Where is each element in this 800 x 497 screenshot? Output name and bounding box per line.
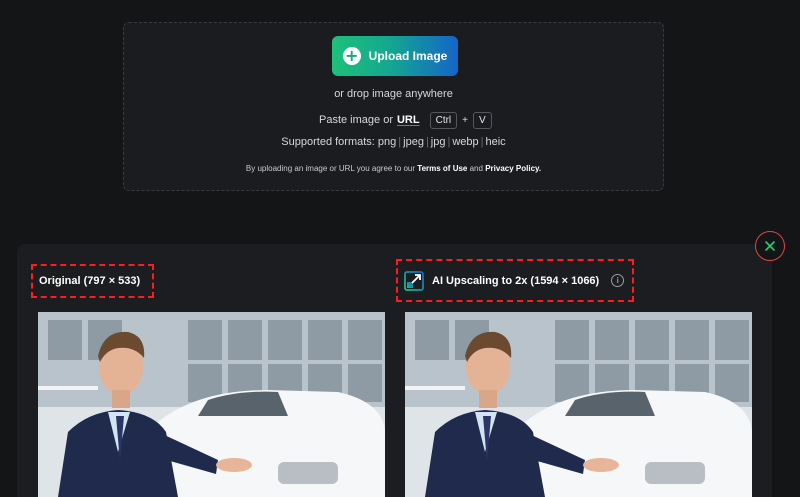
original-label-box: Original (797 × 533) bbox=[31, 264, 154, 298]
terms-of-use-link[interactable]: Terms of Use bbox=[417, 164, 467, 173]
plus-circle-icon: + bbox=[342, 47, 361, 65]
upscale-label: AI Upscaling to 2x (1594 × 1066) bbox=[432, 274, 600, 287]
format-webp: webp bbox=[452, 136, 479, 148]
close-icon bbox=[765, 241, 775, 251]
paste-row: Paste image or URL Ctrl + V bbox=[319, 110, 492, 130]
upscaled-image bbox=[405, 312, 752, 497]
upload-button-label: Upload Image bbox=[368, 49, 448, 63]
format-heic: heic bbox=[485, 136, 506, 148]
format-jpg: jpg bbox=[430, 136, 446, 148]
upscale-arrow-icon bbox=[404, 270, 424, 291]
privacy-policy-link[interactable]: Privacy Policy. bbox=[485, 164, 541, 173]
paste-text: Paste image or bbox=[319, 114, 393, 126]
terms-notice: By uploading an image or URL you agree t… bbox=[124, 164, 663, 173]
formats-label: Supported formats: bbox=[281, 136, 375, 148]
format-png: png bbox=[377, 136, 397, 148]
upload-dropzone[interactable]: + Upload Image or drop image anywhere Pa… bbox=[123, 22, 664, 191]
info-icon[interactable]: i bbox=[611, 274, 625, 287]
format-jpeg: jpeg bbox=[403, 136, 424, 148]
supported-formats: Supported formats: png | jpeg | jpg | webp | hei… bbox=[281, 136, 506, 148]
original-label: Original (797 × 533) bbox=[39, 275, 141, 287]
ctrl-key: Ctrl bbox=[429, 111, 458, 129]
v-key: V bbox=[473, 111, 492, 129]
original-image bbox=[38, 312, 385, 497]
terms-prefix: By uploading an image or URL you agree t… bbox=[245, 164, 416, 173]
url-link[interactable]: URL bbox=[397, 114, 420, 126]
terms-and: and bbox=[469, 164, 483, 173]
key-plus: + bbox=[462, 114, 468, 126]
drop-hint: or drop image anywhere bbox=[334, 88, 453, 100]
upscale-label-box: AI Upscaling to 2x (1594 × 1066) i bbox=[396, 259, 634, 302]
close-button[interactable] bbox=[755, 231, 785, 261]
upload-image-button[interactable]: + Upload Image bbox=[332, 36, 458, 76]
